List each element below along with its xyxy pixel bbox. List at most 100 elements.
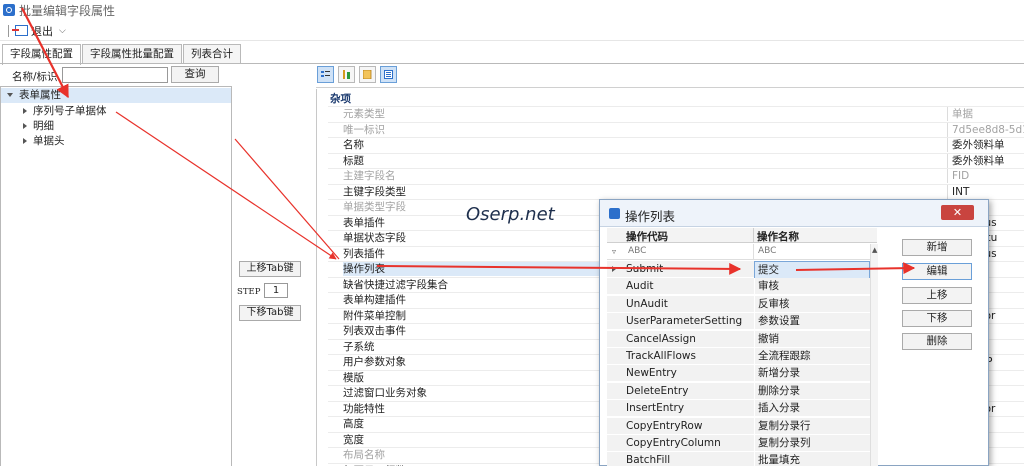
operation-name[interactable]: 删除分录 <box>754 382 870 400</box>
tab-field-properties[interactable]: 字段属性配置 <box>2 44 81 65</box>
tab-list-total[interactable]: 列表合计 <box>183 44 241 64</box>
operation-code[interactable]: Audit <box>626 278 750 295</box>
tree-item-label: 序列号子单据体 <box>33 105 107 117</box>
operation-code[interactable]: TrackAllFlows <box>626 348 750 365</box>
chevron-down-icon[interactable]: ⌵ <box>59 26 66 36</box>
property-row[interactable]: 主建字段名 FID <box>328 168 1024 183</box>
operation-name[interactable]: 提交 <box>754 261 870 280</box>
tree-item[interactable]: 序列号子单据体 <box>23 104 107 119</box>
delete-button[interactable]: 删除 <box>902 333 972 350</box>
operation-name[interactable]: 新增分录 <box>754 365 870 383</box>
tab-batch-properties[interactable]: 字段属性批量配置 <box>82 44 182 64</box>
operation-name[interactable]: 撤销 <box>754 330 870 348</box>
add-button[interactable]: 新增 <box>902 239 972 256</box>
property-pages-icon <box>363 70 372 79</box>
tree-item[interactable]: 单据头 <box>23 134 65 149</box>
current-row-icon <box>612 266 616 272</box>
operation-code[interactable]: UserParameterSetting <box>626 313 750 330</box>
tree-item[interactable]: 明细 <box>23 119 54 134</box>
title-bar: 批量编辑字段属性 <box>0 0 1024 20</box>
search-input[interactable] <box>62 67 168 83</box>
operation-code[interactable]: NewEntry <box>626 365 750 382</box>
operation-name[interactable]: 批量填充 <box>754 452 870 466</box>
operation-row[interactable]: NewEntry 新增分录 <box>607 365 870 383</box>
tree-root[interactable]: 表单属性 <box>1 88 231 103</box>
operation-row[interactable]: Submit 提交 <box>607 261 870 280</box>
operation-name[interactable]: 审核 <box>754 278 870 296</box>
operation-row[interactable]: DeleteEntry 删除分录 <box>607 382 870 400</box>
property-row[interactable]: 元素类型 单据 <box>328 106 1024 121</box>
ops-filter-row: ▿ ABC ABC <box>607 244 877 260</box>
operation-code[interactable]: BatchFill <box>626 452 750 466</box>
close-button[interactable]: ✕ <box>941 205 974 220</box>
operation-row[interactable]: TrackAllFlows 全流程跟踪 <box>607 348 870 365</box>
column-divider <box>753 244 754 260</box>
exit-icon[interactable] <box>12 25 28 36</box>
operation-code[interactable]: UnAudit <box>626 296 750 313</box>
filter-icon: ▿ <box>612 247 617 256</box>
property-value[interactable]: FID <box>947 169 1024 183</box>
operation-row[interactable]: UnAudit 反审核 <box>607 295 870 313</box>
sort-alpha-button[interactable] <box>338 66 355 83</box>
property-row[interactable]: 名称 委外领料单 <box>328 137 1024 152</box>
property-row[interactable]: 唯一标识 7d5ee8d8-5d14- <box>328 121 1024 137</box>
search-label: 名称/标识 <box>12 71 58 83</box>
edit-button[interactable]: 编辑 <box>902 263 972 280</box>
app-icon <box>3 4 15 16</box>
property-value[interactable]: 7d5ee8d8-5d14- <box>947 122 1024 137</box>
operation-row[interactable]: UserParameterSetting 参数设置 <box>607 313 870 331</box>
operation-row[interactable]: Audit 审核 <box>607 278 870 296</box>
operation-name[interactable]: 反审核 <box>754 295 870 313</box>
property-value[interactable]: INT <box>947 184 1024 199</box>
sort-icon <box>343 70 350 79</box>
operation-row[interactable]: CopyEntryRow 复制分录行 <box>607 417 870 435</box>
chevron-down-icon[interactable] <box>7 93 13 97</box>
chevron-right-icon[interactable] <box>23 138 27 144</box>
vertical-scrollbar[interactable]: ▲ <box>870 244 878 466</box>
property-value[interactable]: 单据 <box>947 107 1024 121</box>
operation-code[interactable]: Submit <box>626 261 750 278</box>
property-row[interactable]: 主键字段类型 INT <box>328 183 1024 199</box>
move-up-tab-button[interactable]: 上移Tab键 <box>239 261 301 277</box>
operation-code[interactable]: CopyEntryColumn <box>626 435 750 452</box>
col-header-code[interactable]: 操作代码 <box>626 229 668 244</box>
property-name: 名称 <box>343 139 364 151</box>
search-button[interactable]: 查询 <box>171 66 219 83</box>
property-value[interactable]: 委外领料单 <box>947 153 1024 168</box>
exit-button[interactable]: 退出 <box>31 23 53 39</box>
operation-row[interactable]: BatchFill 批量填充 <box>607 452 870 466</box>
operation-code[interactable]: CancelAssign <box>626 331 750 348</box>
property-name: 唯一标识 <box>343 123 385 136</box>
operation-code[interactable]: CopyEntryRow <box>626 418 750 435</box>
scroll-up-icon[interactable]: ▲ <box>872 246 877 254</box>
properties-button[interactable] <box>380 66 397 83</box>
operation-name[interactable]: 复制分录列 <box>754 435 870 452</box>
filter-name-field[interactable]: ABC <box>758 246 776 256</box>
property-pages-button[interactable] <box>359 66 376 83</box>
col-header-name[interactable]: 操作名称 <box>757 229 799 244</box>
operation-code[interactable]: InsertEntry <box>626 400 750 417</box>
filter-code-field[interactable]: ABC <box>628 246 646 256</box>
chevron-right-icon[interactable] <box>23 123 27 129</box>
property-value[interactable]: 委外领料单 <box>947 138 1024 152</box>
operation-code[interactable]: DeleteEntry <box>626 383 750 400</box>
move-up-button[interactable]: 上移 <box>902 287 972 304</box>
chevron-right-icon[interactable] <box>23 108 27 114</box>
operation-name[interactable]: 参数设置 <box>754 313 870 331</box>
operation-name[interactable]: 复制分录行 <box>754 417 870 435</box>
column-divider <box>753 228 754 243</box>
dialog-title-bar: 操作列表 ✕ <box>600 200 988 227</box>
operation-row[interactable]: InsertEntry 插入分录 <box>607 400 870 418</box>
categorized-icon <box>321 71 330 77</box>
operation-row[interactable]: CancelAssign 撤销 <box>607 330 870 348</box>
operation-row[interactable]: CopyEntryColumn 复制分录列 <box>607 435 870 452</box>
categorized-view-button[interactable] <box>317 66 334 83</box>
property-name: 标题 <box>343 154 364 167</box>
move-down-tab-button[interactable]: 下移Tab键 <box>239 305 301 321</box>
property-name: 主建字段名 <box>343 170 396 182</box>
move-down-button[interactable]: 下移 <box>902 310 972 327</box>
step-input[interactable]: 1 <box>264 283 288 298</box>
operation-name[interactable]: 全流程跟踪 <box>754 348 870 365</box>
operation-name[interactable]: 插入分录 <box>754 400 870 418</box>
property-row[interactable]: 标题 委外领料单 <box>328 152 1024 168</box>
